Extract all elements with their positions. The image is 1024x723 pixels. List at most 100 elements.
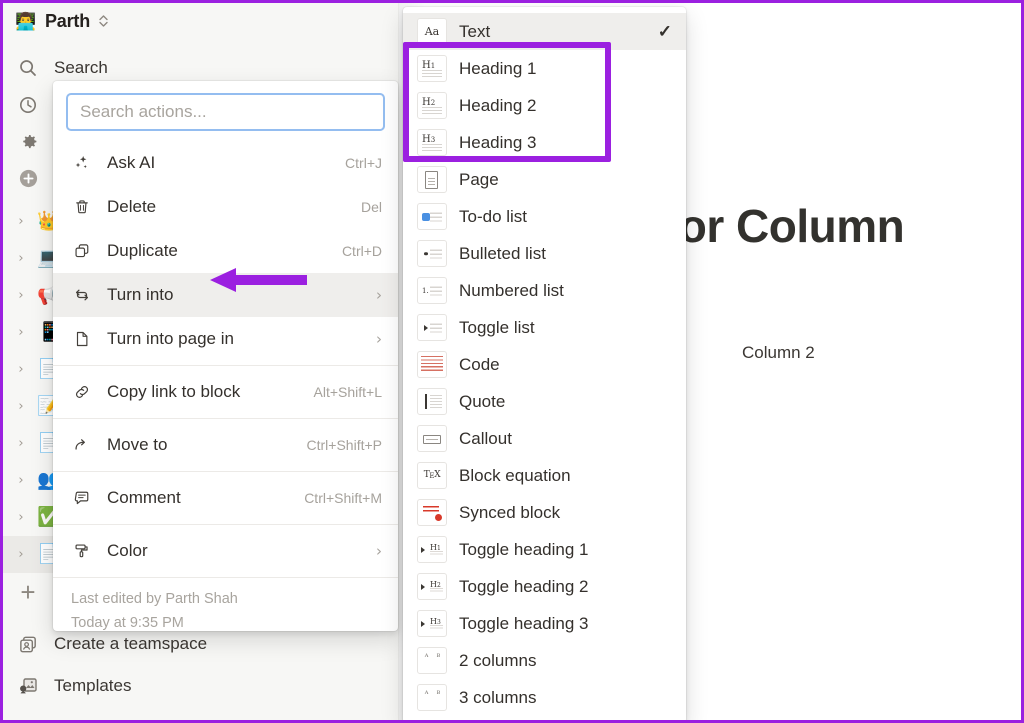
chevron-right-icon[interactable]: › — [13, 473, 29, 488]
submenu-item-2-columns[interactable]: A B 2 columns — [403, 642, 686, 679]
quote-block-icon — [417, 388, 447, 415]
menu-item-copy-link-to-block[interactable]: Copy link to block Alt+Shift+L — [53, 370, 398, 414]
submenu-item-block-equation[interactable]: TEX Block equation — [403, 457, 686, 494]
menu-item-shortcut: Ctrl+D — [341, 243, 382, 259]
menu-item-label: Duplicate — [107, 241, 178, 260]
search-actions-placeholder: Search actions... — [80, 102, 207, 121]
toggle-list-icon — [417, 314, 447, 341]
menu-item-turn-into-page-in[interactable]: Turn into page in › — [53, 317, 398, 361]
search-icon — [15, 55, 41, 81]
chevron-right-icon[interactable]: › — [13, 325, 29, 340]
text-block-icon: Aa — [417, 18, 447, 45]
menu-item-shortcut: Alt+Shift+L — [313, 384, 383, 400]
last-edited-by: Last edited by Parth Shah — [71, 591, 238, 607]
submenu-item-bulleted-list[interactable]: Bulleted list — [403, 235, 686, 272]
context-menu-group: Copy link to block Alt+Shift+L — [53, 366, 398, 418]
page-block-icon — [417, 166, 447, 193]
submenu-item-code[interactable]: Code — [403, 346, 686, 383]
templates-icon — [15, 673, 41, 699]
submenu-item-label: Code — [459, 354, 500, 374]
context-menu-group: Color › — [53, 525, 398, 577]
menu-item-ask-ai[interactable]: Ask AI Ctrl+J — [53, 141, 398, 185]
submenu-item-label: Heading 1 — [459, 58, 537, 78]
menu-item-label: Turn into — [107, 285, 174, 304]
two-columns-icon: A B — [417, 647, 447, 674]
todo-list-icon — [417, 203, 447, 230]
submenu-item-label: Block equation — [459, 465, 571, 485]
submenu-item-label: Numbered list — [459, 280, 564, 300]
submenu-item-label: Toggle heading 3 — [459, 613, 589, 633]
gear-icon — [15, 129, 41, 155]
chevron-right-icon[interactable]: › — [13, 436, 29, 451]
chevron-updown-icon[interactable] — [98, 13, 109, 29]
submenu-item-label: Text — [459, 21, 491, 41]
workspace-name: Parth — [45, 10, 91, 31]
submenu-item-callout[interactable]: Callout — [403, 420, 686, 457]
search-actions-wrap: Search actions... — [53, 93, 398, 137]
chevron-right-icon[interactable]: › — [13, 510, 29, 525]
menu-footer: Last edited by Parth Shah Today at 9:35 … — [53, 578, 398, 648]
submenu-item-heading-1[interactable]: H1 Heading 1 — [403, 50, 686, 87]
submenu-item-numbered-list[interactable]: 1. Numbered list — [403, 272, 686, 309]
submenu-item-text[interactable]: Aa Text ✓ — [403, 13, 686, 50]
chevron-right-icon: › — [376, 542, 382, 560]
menu-item-comment[interactable]: Comment Ctrl+Shift+M — [53, 476, 398, 520]
menu-item-duplicate[interactable]: Duplicate Ctrl+D — [53, 229, 398, 273]
submenu-item-quote[interactable]: Quote — [403, 383, 686, 420]
numbered-list-icon: 1. — [417, 277, 447, 304]
submenu-item-toggle-list[interactable]: Toggle list — [403, 309, 686, 346]
submenu-item-3-columns[interactable]: A B 3 columns — [403, 679, 686, 716]
paint-roller-icon — [71, 542, 93, 560]
chevron-right-icon[interactable]: › — [13, 399, 29, 414]
menu-item-delete[interactable]: Delete Del — [53, 185, 398, 229]
submenu-item-toggle-heading-3[interactable]: H3 Toggle heading 3 — [403, 605, 686, 642]
submenu-item-heading-2[interactable]: H2 Heading 2 — [403, 87, 686, 124]
heading-1-icon: H1 — [417, 55, 447, 82]
submenu-item-page[interactable]: Page — [403, 161, 686, 198]
chevron-right-icon[interactable]: › — [13, 547, 29, 562]
sidebar-item-label: Search — [54, 57, 108, 77]
clock-icon — [15, 92, 41, 118]
code-block-icon — [417, 351, 447, 378]
avatar: 👨‍💻 — [15, 11, 37, 31]
menu-item-move-to[interactable]: Move to Ctrl+Shift+P — [53, 423, 398, 467]
submenu-item-synced-block[interactable]: Synced block — [403, 494, 686, 531]
submenu-item-label: Callout — [459, 428, 512, 448]
callout-block-icon — [417, 425, 447, 452]
plus-icon: + — [20, 577, 36, 607]
menu-item-shortcut: Del — [360, 199, 382, 215]
sidebar-item-templates[interactable]: Templates — [3, 665, 398, 707]
arrow-move-icon — [71, 436, 93, 454]
submenu-item-partial[interactable] — [403, 716, 686, 720]
workspace-switcher[interactable]: 👨‍💻 Parth — [3, 3, 398, 39]
menu-item-label: Copy link to block — [107, 382, 241, 401]
submenu-item-label: Heading 2 — [459, 95, 537, 115]
duplicate-icon — [71, 242, 93, 260]
chevron-right-icon[interactable]: › — [13, 288, 29, 303]
heading-2-icon: H2 — [417, 92, 447, 119]
column-two-text[interactable]: Column 2 — [742, 343, 815, 363]
check-icon: ✓ — [657, 21, 672, 41]
chevron-right-icon: › — [376, 330, 382, 348]
chevron-right-icon[interactable]: › — [13, 251, 29, 266]
submenu-item-label: Toggle heading 2 — [459, 576, 589, 596]
menu-item-label: Comment — [107, 488, 181, 507]
last-edited-time: Today at 9:35 PM — [71, 614, 184, 631]
submenu-item-toggle-heading-2[interactable]: H2 Toggle heading 2 — [403, 568, 686, 605]
context-menu-group: Move to Ctrl+Shift+P — [53, 419, 398, 471]
tex-equation-icon: TEX — [417, 462, 447, 489]
submenu-item-todo-list[interactable]: To-do list — [403, 198, 686, 235]
toggle-heading-2-icon: H2 — [417, 573, 447, 600]
block-context-menu: Search actions... Ask AI Ctrl+J Delete D… — [53, 81, 398, 631]
toggle-heading-1-icon: H1 — [417, 536, 447, 563]
menu-item-label: Color — [107, 541, 148, 560]
chevron-right-icon[interactable]: › — [13, 214, 29, 229]
menu-item-color[interactable]: Color › — [53, 529, 398, 573]
submenu-item-label: 2 columns — [459, 650, 537, 670]
menu-item-turn-into[interactable]: Turn into › — [53, 273, 398, 317]
teamspace-icon — [15, 631, 41, 657]
submenu-item-heading-3[interactable]: H3 Heading 3 — [403, 124, 686, 161]
chevron-right-icon[interactable]: › — [13, 362, 29, 377]
search-actions-input[interactable]: Search actions... — [66, 93, 385, 131]
submenu-item-toggle-heading-1[interactable]: H1 Toggle heading 1 — [403, 531, 686, 568]
